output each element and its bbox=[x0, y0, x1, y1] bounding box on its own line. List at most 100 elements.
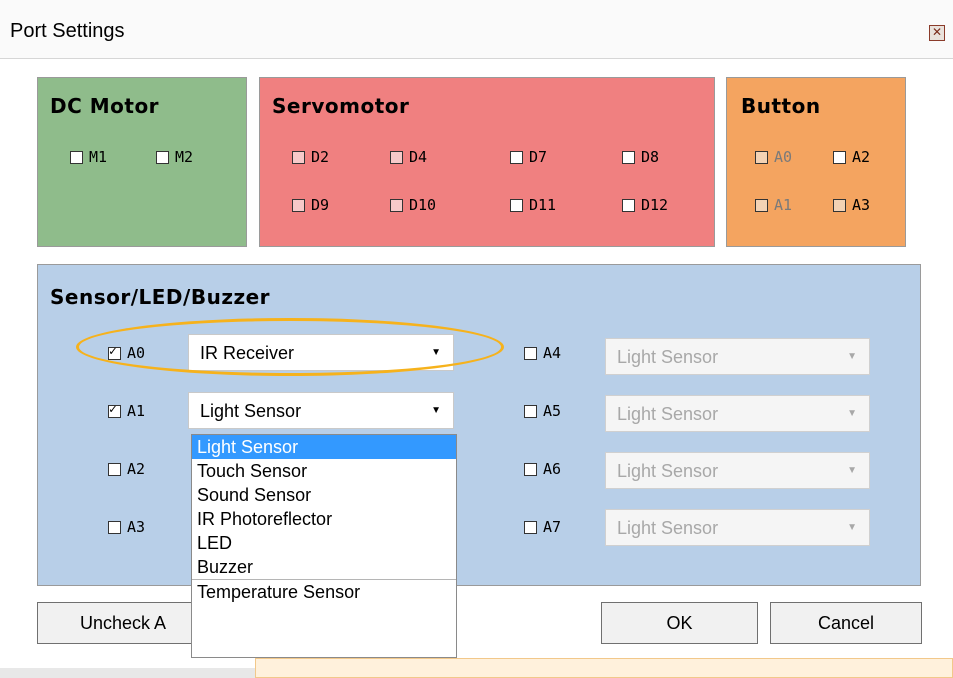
checkbox-sensor-a1[interactable]: A1 bbox=[108, 402, 145, 420]
checkbox-box[interactable] bbox=[390, 150, 403, 164]
sensor-a5-select[interactable]: Light Sensor ▼ bbox=[605, 395, 870, 432]
checkbox-label: A0 bbox=[774, 148, 793, 166]
checkbox-sensor-a2[interactable]: A2 bbox=[108, 460, 145, 478]
dropdown-option-temperature-sensor[interactable]: Temperature Sensor bbox=[192, 579, 456, 604]
checkbox-label: A4 bbox=[543, 344, 562, 362]
button-group-title: Button bbox=[741, 94, 821, 118]
dc-motor-title: DC Motor bbox=[50, 94, 160, 118]
checkbox-box[interactable] bbox=[108, 520, 121, 534]
sensor-a1-select[interactable]: Light Sensor ▼ bbox=[188, 392, 454, 429]
checkbox-box[interactable] bbox=[755, 150, 768, 164]
select-value: Light Sensor bbox=[617, 461, 719, 481]
sensor-title: Sensor/LED/Buzzer bbox=[50, 285, 271, 309]
chevron-down-icon: ▼ bbox=[847, 465, 857, 476]
checkbox-label: A7 bbox=[543, 518, 562, 536]
cancel-button[interactable]: Cancel bbox=[770, 602, 922, 644]
checkbox-d2[interactable]: D2 bbox=[292, 148, 329, 166]
button-group: Button A0 A2 A1 A3 bbox=[726, 77, 906, 247]
checkbox-button-a3[interactable]: A3 bbox=[833, 196, 870, 214]
checkbox-sensor-a7[interactable]: A7 bbox=[524, 518, 561, 536]
dropdown-option-light-sensor[interactable]: Light Sensor bbox=[192, 435, 456, 459]
checkbox-box[interactable] bbox=[524, 404, 537, 418]
chevron-down-icon: ▼ bbox=[847, 522, 857, 533]
select-value: Light Sensor bbox=[617, 518, 719, 538]
checkbox-m1[interactable]: M1 bbox=[70, 148, 107, 166]
checkbox-box[interactable] bbox=[70, 150, 83, 164]
checkbox-button-a2[interactable]: A2 bbox=[833, 148, 870, 166]
dropdown-option-touch-sensor[interactable]: Touch Sensor bbox=[192, 459, 456, 483]
close-icon[interactable]: ✕ bbox=[929, 25, 945, 41]
checkbox-label: A1 bbox=[774, 196, 793, 214]
checkbox-label: D12 bbox=[641, 196, 669, 214]
checkbox-label: M1 bbox=[89, 148, 108, 166]
checkbox-label: D4 bbox=[409, 148, 428, 166]
dropdown-option-sound-sensor[interactable]: Sound Sensor bbox=[192, 483, 456, 507]
dropdown-option-buzzer[interactable]: Buzzer bbox=[192, 555, 456, 579]
checkbox-box[interactable] bbox=[108, 462, 121, 476]
window-title: Port Settings bbox=[10, 20, 125, 42]
checkbox-label: D10 bbox=[409, 196, 437, 214]
select-value: Light Sensor bbox=[617, 347, 719, 367]
checkbox-box[interactable] bbox=[622, 198, 635, 212]
checkbox-box[interactable] bbox=[292, 198, 305, 212]
checkbox-box[interactable] bbox=[108, 402, 121, 418]
checkbox-label: A3 bbox=[127, 518, 146, 536]
checkbox-box[interactable] bbox=[510, 150, 523, 164]
checkbox-m2[interactable]: M2 bbox=[156, 148, 193, 166]
dropdown-option-ir-photoreflector[interactable]: IR Photoreflector bbox=[192, 507, 456, 531]
checkbox-box[interactable] bbox=[524, 520, 537, 534]
checkbox-button-a0[interactable]: A0 bbox=[755, 148, 792, 166]
sensor-type-dropdown-list[interactable]: Light Sensor Touch Sensor Sound Sensor I… bbox=[191, 434, 457, 658]
servomotor-title: Servomotor bbox=[272, 94, 410, 118]
sensor-a7-select[interactable]: Light Sensor ▼ bbox=[605, 509, 870, 546]
checkbox-d9[interactable]: D9 bbox=[292, 196, 329, 214]
checkbox-label: D11 bbox=[529, 196, 557, 214]
port-settings-window: Port Settings ✕ DC Motor M1 M2 Servomoto… bbox=[0, 0, 953, 678]
checkbox-sensor-a3[interactable]: A3 bbox=[108, 518, 145, 536]
tooltip-strip bbox=[255, 658, 953, 678]
checkbox-d12[interactable]: D12 bbox=[622, 196, 668, 214]
checkbox-button-a1[interactable]: A1 bbox=[755, 196, 792, 214]
checkbox-box[interactable] bbox=[390, 198, 403, 212]
sensor-a4-select[interactable]: Light Sensor ▼ bbox=[605, 338, 870, 375]
checkbox-box[interactable] bbox=[156, 150, 169, 164]
sensor-a6-select[interactable]: Light Sensor ▼ bbox=[605, 452, 870, 489]
checkbox-label: A6 bbox=[543, 460, 562, 478]
select-value: Light Sensor bbox=[617, 404, 719, 424]
checkbox-sensor-a5[interactable]: A5 bbox=[524, 402, 561, 420]
checkbox-d10[interactable]: D10 bbox=[390, 196, 436, 214]
checkbox-box[interactable] bbox=[524, 462, 537, 476]
checkbox-sensor-a6[interactable]: A6 bbox=[524, 460, 561, 478]
checkbox-d11[interactable]: D11 bbox=[510, 196, 556, 214]
chevron-down-icon: ▼ bbox=[847, 351, 857, 362]
select-value: Light Sensor bbox=[200, 401, 302, 421]
checkbox-label: D7 bbox=[529, 148, 548, 166]
checkbox-label: A5 bbox=[543, 402, 562, 420]
title-bar: Port Settings ✕ bbox=[0, 0, 953, 59]
checkbox-label: D8 bbox=[641, 148, 660, 166]
checkbox-label: A2 bbox=[852, 148, 871, 166]
chevron-down-icon: ▼ bbox=[431, 405, 441, 416]
checkbox-sensor-a4[interactable]: A4 bbox=[524, 344, 561, 362]
checkbox-label: A1 bbox=[127, 402, 146, 420]
annotation-highlight-ellipse bbox=[76, 318, 504, 376]
checkbox-d7[interactable]: D7 bbox=[510, 148, 547, 166]
checkbox-box[interactable] bbox=[524, 346, 537, 360]
checkbox-box[interactable] bbox=[833, 198, 846, 212]
checkbox-label: D2 bbox=[311, 148, 330, 166]
checkbox-d4[interactable]: D4 bbox=[390, 148, 427, 166]
servomotor-group: Servomotor D2 D4 D7 D8 D9 D10 D11 D12 bbox=[259, 77, 715, 247]
checkbox-box[interactable] bbox=[292, 150, 305, 164]
checkbox-label: A3 bbox=[852, 196, 871, 214]
checkbox-box[interactable] bbox=[833, 150, 846, 164]
checkbox-label: A2 bbox=[127, 460, 146, 478]
checkbox-box[interactable] bbox=[755, 198, 768, 212]
ok-button[interactable]: OK bbox=[601, 602, 758, 644]
checkbox-label: D9 bbox=[311, 196, 330, 214]
dc-motor-group: DC Motor M1 M2 bbox=[37, 77, 247, 247]
checkbox-d8[interactable]: D8 bbox=[622, 148, 659, 166]
dropdown-option-led[interactable]: LED bbox=[192, 531, 456, 555]
checkbox-box[interactable] bbox=[622, 150, 635, 164]
chevron-down-icon: ▼ bbox=[847, 408, 857, 419]
checkbox-box[interactable] bbox=[510, 198, 523, 212]
